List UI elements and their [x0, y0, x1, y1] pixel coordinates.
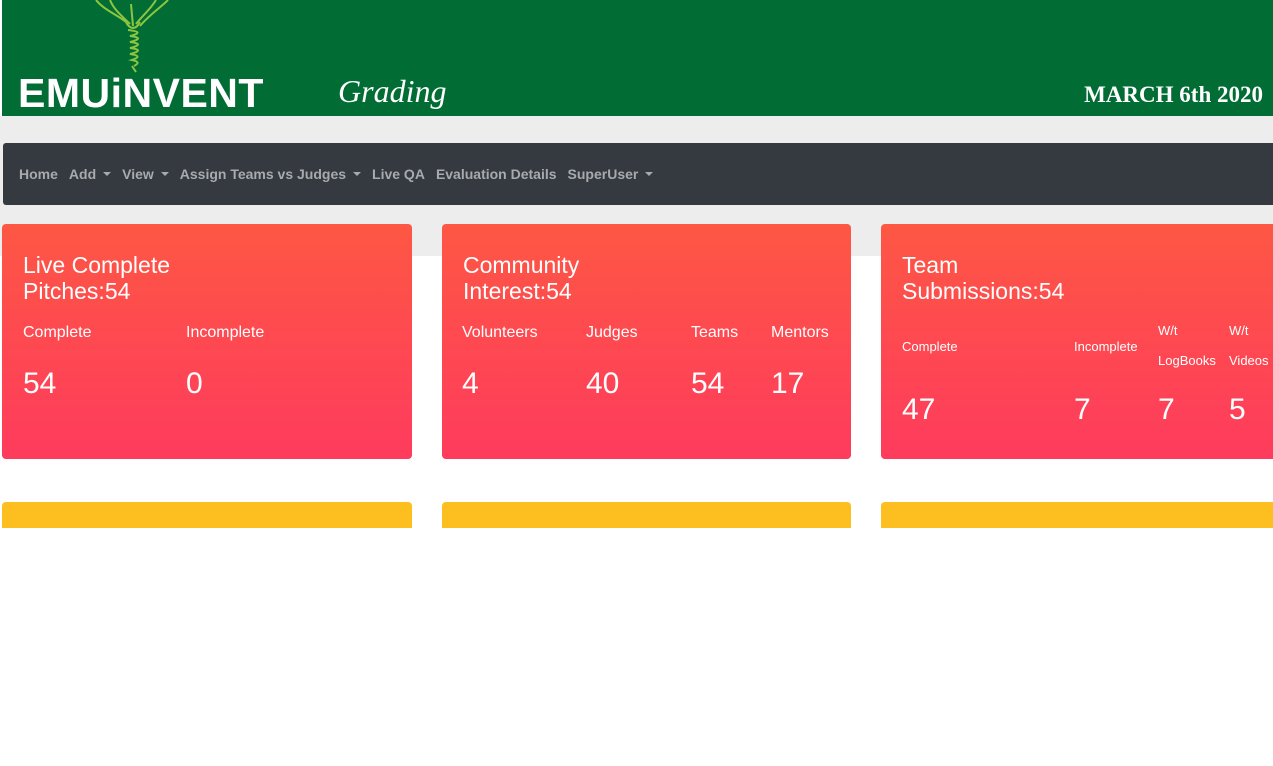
- stat-card-yellow-2: [442, 502, 851, 528]
- stat-label-complete: Complete: [902, 339, 958, 354]
- nav-assign-teams-dropdown[interactable]: Assign Teams vs Judges: [180, 166, 362, 182]
- chevron-down-icon: [103, 172, 112, 176]
- nav-live-qa[interactable]: Live QA: [372, 166, 425, 182]
- stat-card-yellow-3: [881, 502, 1273, 528]
- nav-home[interactable]: Home: [19, 166, 58, 182]
- chevron-down-icon: [160, 172, 169, 176]
- stat-value-incomplete: 7: [1074, 393, 1091, 426]
- event-date: MARCH 6th 2020: [1084, 82, 1263, 107]
- community-interest-card: Community Interest:54 Volunteers Judges …: [442, 224, 851, 459]
- card-title: Live Complete Pitches:54: [23, 252, 171, 304]
- stat-value-volunteers: 4: [462, 367, 479, 400]
- stat-value-teams: 54: [691, 367, 725, 400]
- stat-label-incomplete: Incomplete: [1074, 339, 1138, 354]
- stat-label-teams: Teams: [691, 324, 739, 341]
- nav-add-dropdown[interactable]: Add: [69, 166, 112, 182]
- stat-value-complete: 47: [902, 393, 936, 426]
- team-submissions-card: Team Submissions:54 Complete Incomplete …: [881, 224, 1273, 459]
- main-navbar: Home Add View Assign Teams vs Judges Liv…: [3, 143, 1273, 205]
- card-title: Community Interest:54: [463, 252, 580, 304]
- brand-subtitle: Grading: [338, 73, 447, 109]
- stat-label-with-videos: W/t Videos: [1229, 323, 1269, 368]
- stat-label-complete: Complete: [23, 324, 92, 341]
- nav-superuser-dropdown[interactable]: SuperUser: [568, 166, 654, 182]
- stat-label-with-logbooks: W/t LogBooks: [1158, 323, 1216, 368]
- stat-value-with-videos: 5: [1229, 393, 1246, 426]
- stat-card-yellow-1: [2, 502, 412, 528]
- stat-value-judges: 40: [586, 367, 620, 400]
- chevron-down-icon: [645, 172, 654, 176]
- live-pitches-card: Live Complete Pitches:54 Complete Incomp…: [2, 224, 412, 459]
- stat-label-volunteers: Volunteers: [462, 324, 538, 341]
- header-banner: EMUiNVENT Grading MARCH 6th 2020: [2, 0, 1273, 116]
- stat-value-complete: 54: [23, 367, 57, 400]
- card-title: Team Submissions:54: [902, 252, 1065, 304]
- stat-value-with-logbooks: 7: [1158, 393, 1175, 426]
- nav-evaluation-details[interactable]: Evaluation Details: [436, 166, 557, 182]
- brand-logo: EMUiNVENT: [18, 70, 264, 116]
- stat-label-mentors: Mentors: [771, 324, 829, 341]
- stat-value-mentors: 17: [771, 367, 805, 400]
- stat-value-incomplete: 0: [186, 367, 203, 400]
- chevron-down-icon: [353, 172, 362, 176]
- lightbulb-logo-icon: [95, 0, 169, 73]
- stat-label-judges: Judges: [586, 324, 638, 341]
- stat-label-incomplete: Incomplete: [186, 324, 265, 341]
- nav-view-dropdown[interactable]: View: [122, 166, 169, 182]
